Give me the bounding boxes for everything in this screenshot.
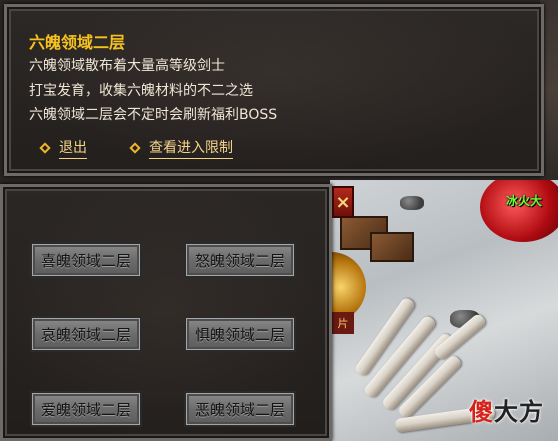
zone-description-line: 六魄领域二层会不定时会刷新福利BOSS: [29, 107, 278, 123]
item-tag: 片: [332, 312, 354, 334]
exit-link-label[interactable]: 退出: [59, 137, 87, 159]
game-world-view[interactable]: 冰火大 片 傻大方: [330, 180, 558, 441]
watermark-part1: 傻: [469, 398, 494, 426]
zone-button-love[interactable]: 爱魄领域二层: [30, 391, 142, 427]
zone-button-hate[interactable]: 恶魄领域二层: [184, 391, 296, 427]
diamond-bullet-icon: [129, 142, 141, 154]
rock: [400, 196, 424, 210]
crate: [370, 232, 414, 262]
monster-sprite[interactable]: [480, 180, 558, 242]
zone-description-line: 六魄领域散布着大量高等级剑士: [29, 58, 225, 74]
entry-limit-link-label[interactable]: 查看进入限制: [149, 137, 233, 159]
monster-name-label: 冰火大: [506, 194, 543, 208]
zone-button-joy[interactable]: 喜魄领域二层: [30, 242, 142, 278]
watermark-logo: 傻大方: [469, 392, 544, 427]
diamond-bullet-icon: [39, 142, 51, 154]
zone-button-sorrow[interactable]: 哀魄领域二层: [30, 316, 142, 352]
zone-title: 六魄领域二层: [29, 33, 126, 52]
zone-button-fear[interactable]: 惧魄领域二层: [184, 316, 296, 352]
entry-limit-link[interactable]: 查看进入限制: [129, 137, 233, 159]
watermark-part2: 大方: [494, 398, 544, 426]
zone-info-panel: 六魄领域二层 六魄领域散布着大量高等级剑士 打宝发育，收集六魄材料的不二之选 六…: [4, 4, 544, 176]
zone-description-line: 打宝发育，收集六魄材料的不二之选: [29, 83, 253, 99]
close-button[interactable]: ×: [332, 186, 354, 218]
exit-link[interactable]: 退出: [39, 137, 87, 159]
zone-button-anger[interactable]: 怒魄领域二层: [184, 242, 296, 278]
